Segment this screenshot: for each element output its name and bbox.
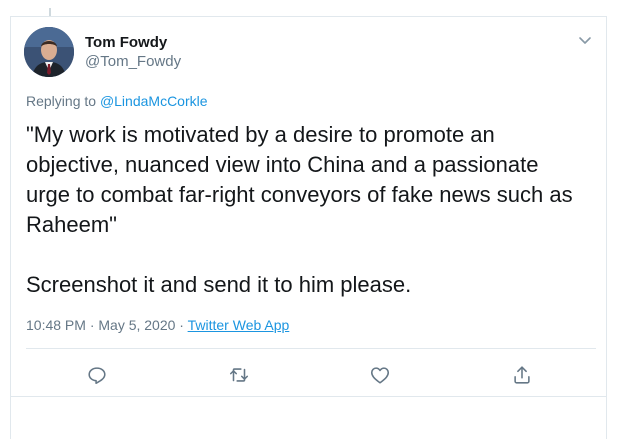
tweet-timestamp[interactable]: 10:48 PM · May 5, 2020 · [26,317,188,333]
replying-to-line: Replying to @LindaMcCorkle [26,93,208,109]
avatar-photo [24,27,74,77]
retweet-icon[interactable] [228,364,250,386]
tweet-source-link[interactable]: Twitter Web App [188,317,290,333]
chevron-down-icon[interactable] [577,32,593,48]
like-icon[interactable] [369,364,391,386]
author-handle[interactable]: @Tom_Fowdy [85,53,181,70]
author-name[interactable]: Tom Fowdy [85,34,167,51]
tweet-meta: 10:48 PM · May 5, 2020 · Twitter Web App [26,317,289,333]
replying-to-label: Replying to [26,93,100,109]
next-tweet-card [10,396,607,439]
tweet-page: Tom Fowdy @Tom_Fowdy Replying to @LindaM… [0,0,626,439]
divider [26,348,596,349]
reply-icon[interactable] [86,364,108,386]
replying-to-link[interactable]: @LindaMcCorkle [100,93,208,109]
tweet-text: "My work is motivated by a desire to pro… [26,122,573,297]
share-icon[interactable] [511,364,533,386]
avatar[interactable] [24,27,74,77]
